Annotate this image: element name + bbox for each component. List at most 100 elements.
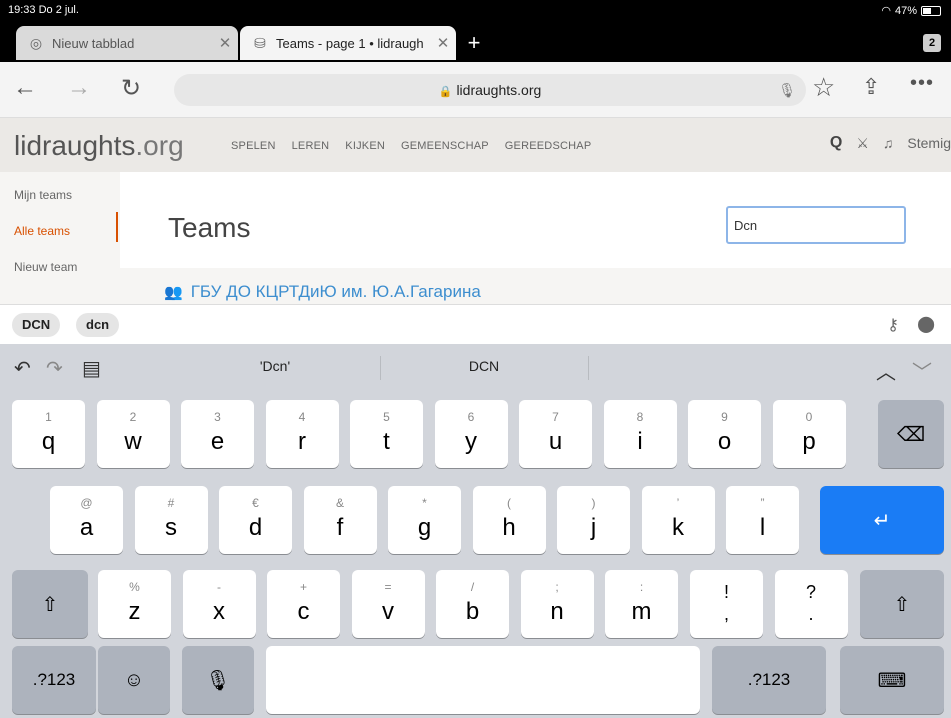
key-icon[interactable]: ⚷ xyxy=(887,315,899,335)
tab-new-tab[interactable]: ◎ Nieuw tabblad ✕ xyxy=(16,26,238,60)
battery-icon xyxy=(921,5,941,16)
team-link[interactable]: 👥 ГБУ ДО КЦРТДиЮ им. Ю.А.Гагарина xyxy=(164,282,481,302)
tab-teams[interactable]: ⛁ Teams - page 1 • lidraugh ✕ xyxy=(240,26,456,60)
key-j[interactable]: ) j xyxy=(557,486,630,554)
nav-leren[interactable]: LEREN xyxy=(292,140,330,152)
key-w[interactable]: 2w xyxy=(96,400,170,468)
prediction-1[interactable]: 'Dcn' xyxy=(175,358,375,374)
key-punct-1[interactable]: ?. xyxy=(774,570,848,638)
tab-count-button[interactable]: 2 xyxy=(923,34,941,52)
key-b[interactable]: / b xyxy=(436,570,509,638)
onscreen-keyboard: ↶ ↷ ▤ 'Dcn' DCN ︿ ﹀ 1q2w3e4r5t6y7u8i9o0p… xyxy=(0,344,951,718)
nav-spelen[interactable]: SPELEN xyxy=(231,140,276,152)
back-arrow-icon[interactable]: ← xyxy=(10,74,40,102)
key-z[interactable]: % z xyxy=(98,570,171,638)
users-icon: 👥 xyxy=(164,284,183,301)
key-secondary-label: ’ xyxy=(676,496,680,510)
key-c[interactable]: + c xyxy=(267,570,340,638)
hide-iconboard-key: ⌨ xyxy=(877,669,907,692)
key-label: g xyxy=(417,514,432,541)
more-icon[interactable]: ••• xyxy=(910,72,934,95)
key-secondary-label: / xyxy=(470,580,475,594)
bookmark-star-icon[interactable]: ☆ xyxy=(812,72,835,103)
key-secondary-label: 8 xyxy=(636,410,644,424)
close-icon[interactable]: ✕ xyxy=(212,34,238,52)
key-label: s xyxy=(165,514,177,541)
sidebar-item-mijn-teams[interactable]: Mijn teams xyxy=(14,188,72,202)
paste-icon[interactable]: ▤ xyxy=(82,356,101,381)
shift-right-key[interactable]: ⇧ xyxy=(860,570,944,638)
emoji-key[interactable]: ☺ xyxy=(98,646,170,714)
microphone-icon[interactable]: 🎙 xyxy=(778,74,796,106)
chevron-down-icon[interactable]: ﹀ xyxy=(912,356,932,385)
tab-title: Teams - page 1 • lidraugh xyxy=(276,35,424,51)
key-f[interactable]: & f xyxy=(303,486,377,554)
key-k[interactable]: ’ k xyxy=(641,486,715,554)
team-search-input[interactable] xyxy=(726,206,906,244)
numbers-right-key[interactable]: .?123 xyxy=(712,646,826,714)
key-label: v xyxy=(382,598,394,625)
key-secondary-label: , xyxy=(723,604,729,624)
key-x[interactable]: -x xyxy=(182,570,256,638)
key-n[interactable]: ; n xyxy=(520,570,594,638)
hide-keyboard-key[interactable]: ⌨ xyxy=(840,646,944,714)
page-content: Mijn teams Alle teams Nieuw team Teams 👥… xyxy=(0,172,951,304)
key-punct-0[interactable]: !, xyxy=(690,570,763,638)
new-tab-button[interactable]: + xyxy=(462,30,486,56)
chevron-up-icon[interactable]: ︿ xyxy=(876,356,896,385)
key-u[interactable]: 7u xyxy=(519,400,592,468)
bell-icon[interactable]: ♫ xyxy=(883,135,894,151)
key-g[interactable]: * g xyxy=(388,486,461,554)
address-bar[interactable]: 🔒 lidraughts.org 🎙 xyxy=(174,74,806,106)
reload-icon[interactable]: ↻ xyxy=(116,74,146,103)
nav-gereedschap[interactable]: GEREEDSCHAP xyxy=(505,140,592,152)
key-p[interactable]: 0p xyxy=(772,400,846,468)
key-label: y xyxy=(465,428,477,455)
suggestion-chip[interactable]: DCN xyxy=(12,313,61,337)
key-label: t xyxy=(383,428,390,455)
suggestion-chip[interactable]: dcn xyxy=(76,313,120,337)
key-l[interactable]: ” l xyxy=(726,486,799,554)
key-q[interactable]: 1q xyxy=(12,400,85,468)
teams-panel: Teams 👥ГБУ ДО КЦРТДиЮ им. Ю.А.Гагарина xyxy=(120,172,951,304)
undo-icon[interactable]: ↶ xyxy=(14,356,31,381)
key-e[interactable]: 3e xyxy=(181,400,254,468)
redo-icon[interactable]: ↷ xyxy=(46,356,63,381)
key-t[interactable]: 5t xyxy=(350,400,423,468)
share-icon[interactable]: ⇪ xyxy=(862,74,880,100)
location-pin-icon[interactable]: ⬤ xyxy=(917,314,935,334)
sidebar-item-alle-teams[interactable]: Alle teams xyxy=(14,224,70,238)
key-label: ? xyxy=(805,582,816,602)
key-s[interactable]: # s xyxy=(134,486,208,554)
prediction-2[interactable]: DCN xyxy=(384,358,584,374)
shift-left-key[interactable]: ⇧ xyxy=(12,570,88,638)
key-r[interactable]: 4r xyxy=(265,400,339,468)
key-m[interactable]: :m xyxy=(605,570,678,638)
swords-icon[interactable]: ⚔ xyxy=(856,135,869,152)
key-label: u xyxy=(548,428,563,455)
forward-arrow-icon[interactable]: → xyxy=(64,74,94,102)
key-a[interactable]: @ a xyxy=(50,486,123,554)
numbers-left-key[interactable]: .?123 xyxy=(12,646,96,714)
nav-gemeenschap[interactable]: GEMEENSCHAP xyxy=(401,140,489,152)
user-menu[interactable]: Stemig xyxy=(907,135,951,151)
shift-left-icon: ⇧ xyxy=(41,593,59,616)
key-i[interactable]: 8i xyxy=(603,400,677,468)
active-indicator xyxy=(116,212,118,242)
search-icon[interactable]: Q xyxy=(830,134,842,152)
microphone-key[interactable]: 🎙 xyxy=(182,646,254,714)
key-y[interactable]: 6y xyxy=(434,400,508,468)
return-icon: ↵ xyxy=(873,509,891,532)
sidebar: Mijn teams Alle teams Nieuw team xyxy=(0,172,120,304)
key-o[interactable]: 9o xyxy=(688,400,761,468)
return-key[interactable]: ↵ xyxy=(820,486,944,554)
space-key[interactable] xyxy=(266,646,700,714)
backspace-key[interactable]: ⌫ xyxy=(878,400,944,468)
key-h[interactable]: (h xyxy=(472,486,546,554)
close-icon[interactable]: ✕ xyxy=(430,34,456,52)
nav-kijken[interactable]: KIJKEN xyxy=(345,140,385,152)
site-logo[interactable]: lidraughts.org xyxy=(14,130,184,162)
key-d[interactable]: € d xyxy=(219,486,292,554)
key-v[interactable]: = v xyxy=(351,570,425,638)
sidebar-item-nieuw-team[interactable]: Nieuw team xyxy=(14,260,77,274)
